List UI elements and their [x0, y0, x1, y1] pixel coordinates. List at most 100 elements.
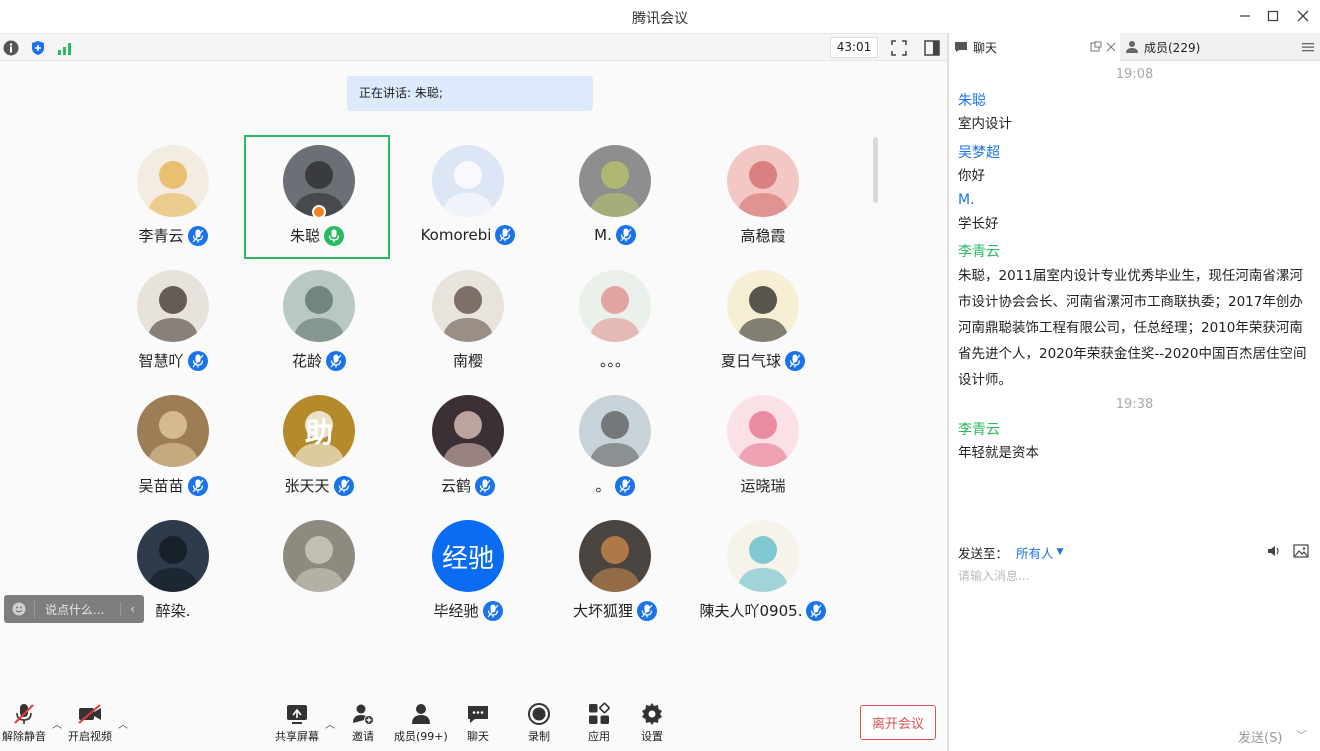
members-label: 成员(99+) [394, 730, 448, 743]
recipient-caret-icon[interactable]: ▼ [1057, 547, 1064, 557]
message-sender: 吴梦超 [958, 145, 1000, 161]
message-text: 年轻就是资本 [958, 445, 1039, 461]
minimize-icon [1240, 15, 1250, 17]
participant-name: 醉染. [155, 602, 191, 620]
mic-muted-icon [187, 475, 208, 496]
participant-tile[interactable] [246, 512, 392, 636]
participant-tile[interactable]: 助张天天 [246, 387, 392, 511]
participant-name: 李青云 [138, 227, 184, 245]
participant-tile[interactable]: 云鹤 [395, 387, 541, 511]
participant-tile[interactable]: 李青云 [100, 137, 246, 261]
share-options-chevron-icon[interactable]: ︿ [325, 716, 335, 731]
participant-name-row: 运晓瑞 [690, 475, 836, 496]
emoji-icon[interactable] [4, 602, 34, 616]
avatar [727, 270, 799, 342]
avatar [137, 395, 209, 467]
image-icon[interactable] [1293, 544, 1309, 561]
signal-icon[interactable] [56, 38, 76, 58]
members-tab-icon [1126, 41, 1138, 53]
participant-name: 毕经驰 [433, 602, 479, 620]
participant-name-row: 朱聪 [246, 225, 388, 246]
fullscreen-button[interactable] [889, 38, 909, 58]
minimize-button[interactable] [1231, 4, 1259, 28]
speaker-icon[interactable] [1267, 544, 1281, 561]
participant-tile[interactable]: 花龄 [246, 262, 392, 386]
host-badge-icon [312, 205, 326, 219]
message-sender: 李青云 [958, 422, 1000, 438]
invite-user-icon [353, 704, 374, 725]
avatar [579, 270, 651, 342]
leave-meeting-button[interactable]: 离开会议 [860, 705, 936, 740]
panel-tabs: 聊天 成员(229) [949, 33, 1320, 61]
window-title: 腾讯会议 [632, 11, 688, 27]
meeting-toolbar: 43:01 [0, 33, 947, 61]
participant-name-row: 陳夫人吖0905. [690, 600, 836, 621]
grid-scrollbar[interactable] [873, 137, 878, 203]
members-button[interactable]: 成员(99+) [394, 702, 448, 744]
participant-tile[interactable]: 。。。 [542, 262, 688, 386]
participant-tile[interactable]: M. [542, 137, 688, 261]
unmute-button[interactable]: 解除静音 [2, 702, 46, 744]
mic-muted-icon [333, 475, 354, 496]
participant-tile[interactable]: 大坏狐狸 [542, 512, 688, 636]
close-button[interactable] [1289, 4, 1317, 28]
participant-tile[interactable]: Komorebi [395, 137, 541, 261]
gear-icon [642, 703, 662, 725]
participant-name-row: 高稳霞 [690, 225, 836, 246]
participant-tile[interactable]: 陳夫人吖0905. [690, 512, 836, 636]
video-button[interactable]: 开启视频 [68, 702, 112, 744]
participant-tile[interactable]: 经驰 毕经驰 [395, 512, 541, 636]
share-screen-button[interactable]: 共享屏幕 [275, 702, 319, 744]
apps-button[interactable]: 应用 [587, 702, 611, 744]
participant-name-row: 花龄 [246, 350, 392, 371]
quick-chat-input[interactable]: 说点什么... ‹ [4, 595, 144, 623]
members-icon [411, 704, 430, 724]
mic-muted-icon [495, 225, 516, 245]
participant-name: 高稳霞 [740, 227, 786, 245]
compose-header: 发送至： 所有人 ▼ [958, 542, 1313, 562]
participant-name: 花龄 [291, 352, 322, 370]
record-button[interactable]: 录制 [527, 702, 551, 744]
message-sender: 朱聪 [958, 93, 986, 109]
settings-button[interactable]: 设置 [640, 702, 664, 744]
shield-icon[interactable] [28, 38, 48, 58]
participant-tile[interactable]: 吴苗苗 [100, 387, 246, 511]
invite-button[interactable]: 邀请 [351, 702, 375, 744]
maximize-button[interactable] [1259, 4, 1287, 28]
video-options-chevron-icon[interactable]: ︿ [118, 716, 128, 731]
message-text: 学长好 [958, 216, 999, 232]
message-input[interactable]: 请输入消息... [958, 567, 1029, 584]
send-options-chevron-icon[interactable]: ﹀ [1296, 727, 1307, 743]
participant-tile[interactable]: 运晓瑞 [690, 387, 836, 511]
participant-tile[interactable]: 高稳霞 [690, 137, 836, 261]
message-text: 你好 [958, 168, 985, 184]
avatar: 经驰 [432, 520, 504, 592]
participant-tile[interactable]: 智慧吖 [100, 262, 246, 386]
chat-panel: 聊天 成员(229) 19:08 朱聪 室内设计 吴梦超 你好 M. 学长好 李… [949, 33, 1320, 751]
panel-menu-button[interactable] [1295, 33, 1320, 61]
chat-button[interactable]: 聊天 [466, 702, 490, 744]
video-grid: 正在讲话: 朱聪; 李青云 朱聪 Komorebi M. 高稳霞 智慧吖 花龄 南樱 。。。 夏日… [0, 62, 947, 690]
info-icon[interactable] [1, 38, 21, 58]
participant-name-row: 南樱 [395, 350, 541, 371]
participant-tile[interactable]: 夏日气球 [690, 262, 836, 386]
send-button[interactable]: 发送(S) [1238, 727, 1282, 746]
participant-name: 大坏狐狸 [572, 602, 633, 620]
tab-chat[interactable]: 聊天 [949, 33, 1120, 61]
recipient-select[interactable]: 所有人 [1016, 543, 1054, 562]
sidebar-toggle-button[interactable] [922, 38, 942, 58]
participant-name-row: M. [542, 225, 688, 245]
participant-name-row: 毕经驰 [395, 600, 541, 621]
sidebar-toggle-icon [924, 40, 940, 56]
mic-options-chevron-icon[interactable]: ︿ [52, 716, 62, 731]
participant-tile[interactable]: 。 [542, 387, 688, 511]
collapse-chevron-icon[interactable]: ‹ [120, 602, 144, 616]
avatar-glyph: 助 [304, 416, 333, 449]
tab-close-icon [1106, 42, 1116, 52]
tab-members[interactable]: 成员(229) [1120, 33, 1290, 61]
participant-tile[interactable]: 南樱 [395, 262, 541, 386]
time-separator: 19:08 [1115, 67, 1154, 82]
participant-name-row: 。 [542, 475, 688, 496]
participant-name: 云鹤 [440, 477, 471, 495]
participant-tile[interactable]: 朱聪 [244, 135, 390, 259]
